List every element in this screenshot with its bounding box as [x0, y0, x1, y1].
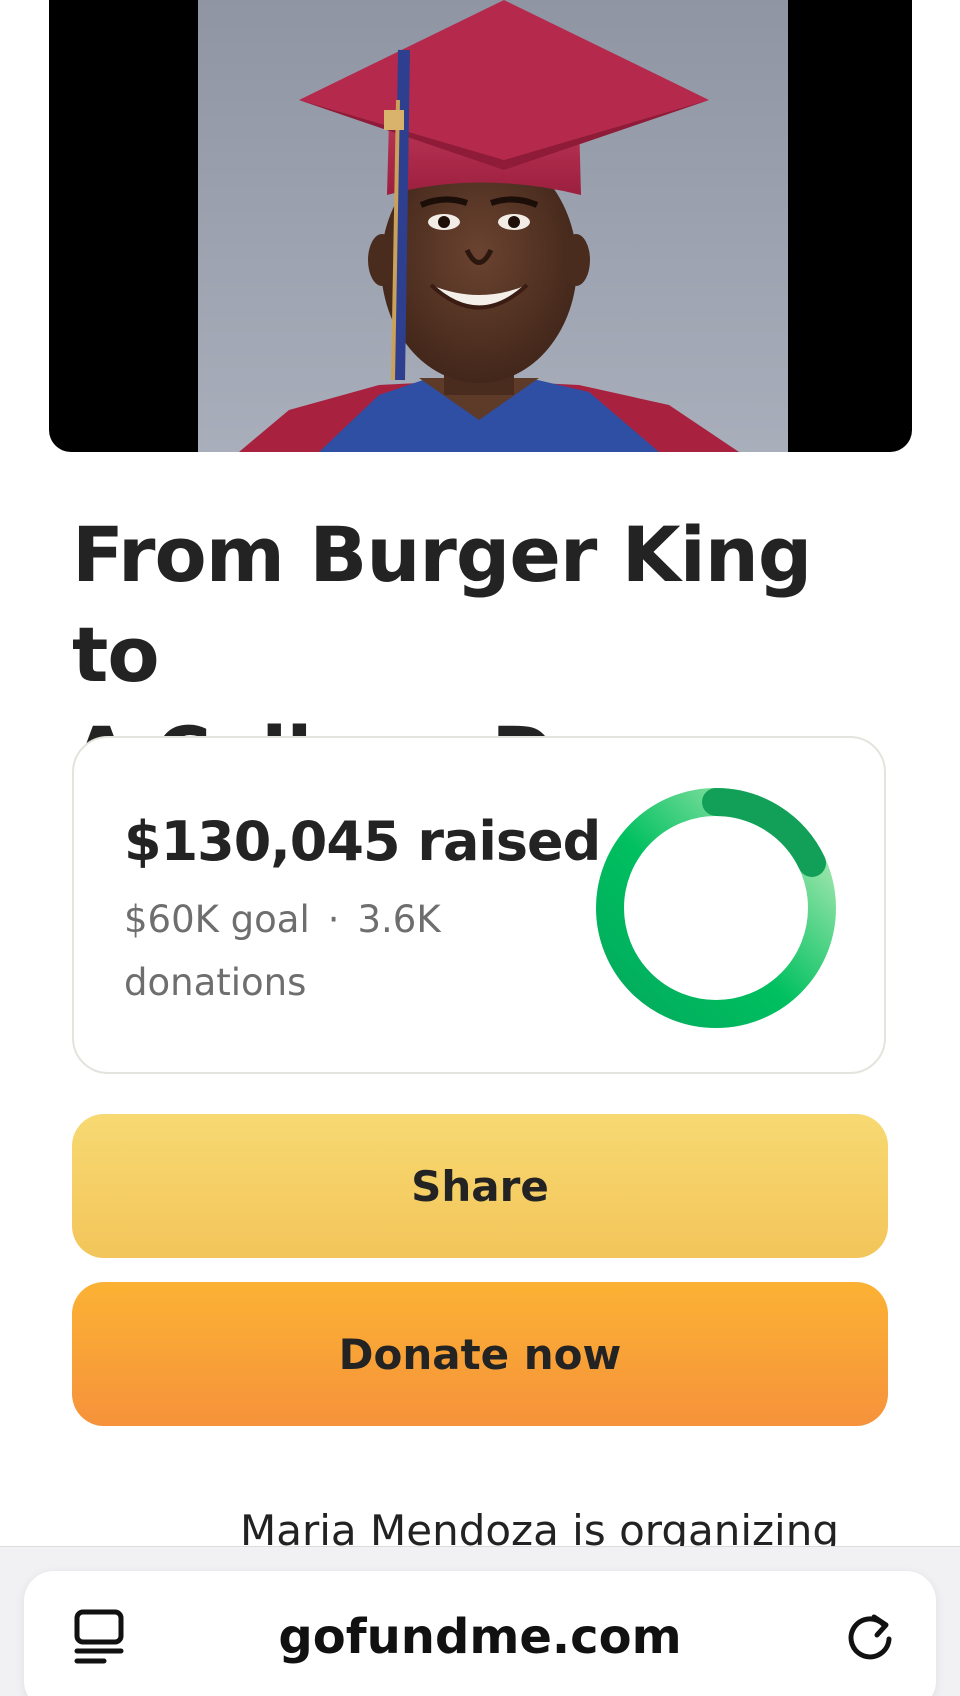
fundraising-progress-card: $130,045 raised $60K goal · 3.6K donations — [72, 736, 886, 1074]
address-bar[interactable]: gofundme.com — [24, 1571, 936, 1696]
url-text[interactable]: gofundme.com — [24, 1609, 936, 1665]
browser-toolbar: gofundme.com — [0, 1546, 960, 1696]
campaign-title-line-1: From Burger King to — [72, 510, 812, 699]
donate-now-button[interactable]: Donate now — [72, 1282, 888, 1426]
amount-raised: $130,045 raised — [124, 810, 601, 873]
donations-count: 3.6K — [357, 898, 441, 941]
goal-amount: $60K goal — [124, 898, 310, 941]
graduate-portrait — [198, 0, 788, 452]
meta-separator: · — [327, 898, 340, 941]
reload-icon[interactable] — [844, 1611, 896, 1663]
goal-and-donations: $60K goal · 3.6K donations — [124, 888, 524, 1014]
campaign-hero-image[interactable] — [49, 0, 912, 452]
progress-ring-cap — [702, 788, 826, 877]
donations-label: donations — [124, 961, 307, 1004]
campaign-page: From Burger King to A College Dream $130… — [0, 0, 960, 1696]
progress-ring — [596, 788, 836, 1028]
share-button[interactable]: Share — [72, 1114, 888, 1258]
